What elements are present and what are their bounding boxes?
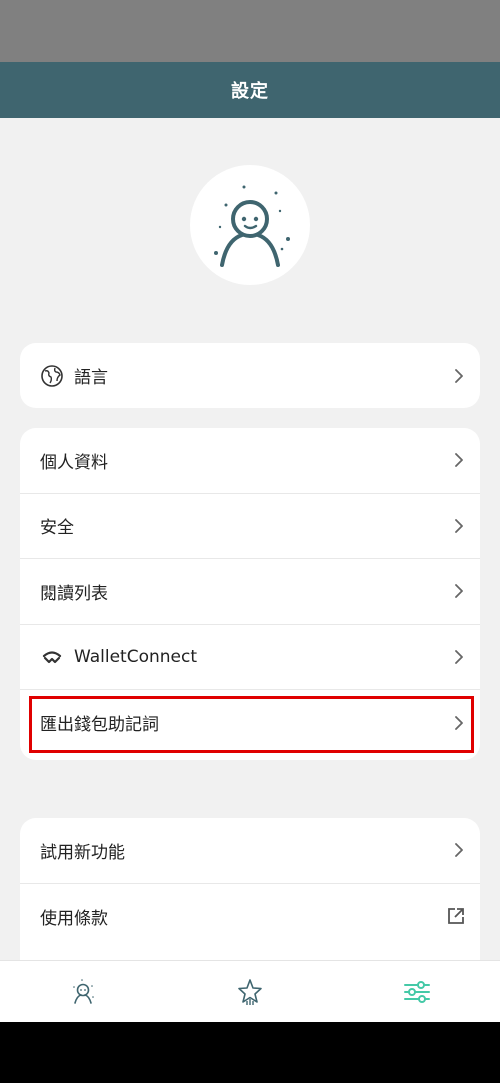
- terms-of-use-row[interactable]: 使用條款: [20, 884, 480, 950]
- chevron-right-icon: [452, 453, 466, 468]
- avatar[interactable]: [190, 165, 310, 285]
- walletconnect-row[interactable]: WalletConnect: [20, 625, 480, 690]
- try-new-features-row[interactable]: 試用新功能: [20, 818, 480, 884]
- chevron-right-icon: [452, 649, 466, 664]
- terms-of-use-label: 使用條款: [40, 908, 108, 929]
- chevron-right-icon: [452, 368, 466, 383]
- chevron-right-icon: [452, 715, 466, 730]
- chevron-right-icon: [452, 518, 466, 533]
- export-mnemonic-label: 匯出錢包助記詞: [40, 715, 159, 736]
- account-settings-card: 個人資料 安全 閱讀列表 WalletConnect 匯出錢包助記詞: [20, 428, 480, 760]
- bottom-navigation: [0, 960, 500, 1022]
- profile-label: 個人資料: [40, 452, 108, 473]
- profile-tab[interactable]: [53, 967, 113, 1017]
- chevron-right-icon: [452, 843, 466, 858]
- walletconnect-label: WalletConnect: [74, 646, 198, 667]
- star-icon: [238, 978, 262, 1005]
- security-label: 安全: [40, 518, 74, 539]
- person-avatar-icon: [214, 185, 290, 267]
- globe-icon: [40, 364, 64, 388]
- chevron-right-icon: [452, 584, 466, 599]
- walletconnect-icon: [40, 645, 64, 669]
- reading-list-row[interactable]: 閱讀列表: [20, 559, 480, 625]
- try-new-features-label: 試用新功能: [40, 842, 125, 863]
- person-icon: [73, 978, 95, 1004]
- language-card: 語言: [20, 343, 480, 408]
- security-row[interactable]: 安全: [20, 494, 480, 559]
- sliders-icon: [403, 980, 430, 1003]
- page-title: 設定: [231, 81, 269, 102]
- profile-row[interactable]: 個人資料: [20, 428, 480, 494]
- export-mnemonic-row[interactable]: 匯出錢包助記詞: [20, 690, 480, 756]
- reading-list-label: 閱讀列表: [40, 583, 108, 604]
- system-navigation-bar: [0, 1022, 500, 1083]
- settings-content[interactable]: 語言 個人資料 安全 閱讀列表 WalletConnect 匯出錢包助記詞 試用…: [0, 118, 500, 960]
- favorites-tab[interactable]: [220, 967, 280, 1017]
- external-link-icon: [446, 906, 466, 926]
- app-header: 設定: [0, 62, 500, 118]
- language-label: 語言: [74, 368, 108, 388]
- language-row[interactable]: 語言: [20, 343, 480, 408]
- status-bar: [0, 0, 500, 62]
- settings-tab[interactable]: [387, 967, 447, 1017]
- misc-settings-card: 試用新功能 使用條款: [20, 818, 480, 960]
